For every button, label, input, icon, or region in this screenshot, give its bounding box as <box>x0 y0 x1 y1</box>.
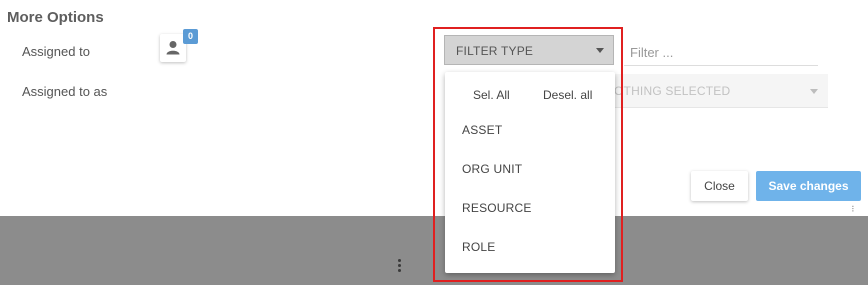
user-icon <box>166 41 180 55</box>
dialog-title: More Options <box>7 9 104 26</box>
assigned-to-as-label: Assigned to as <box>22 84 108 99</box>
chevron-down-icon <box>810 89 818 94</box>
filter-input[interactable] <box>624 40 818 66</box>
save-changes-button[interactable]: Save changes <box>756 171 861 201</box>
assigned-count-badge: 0 <box>183 29 198 44</box>
assigned-as-select[interactable]: OTHING SELECTED <box>614 74 828 108</box>
assigned-as-select-value: OTHING SELECTED <box>614 84 731 98</box>
resize-handle[interactable]: ⠇ <box>851 205 857 214</box>
highlight-box <box>433 27 623 282</box>
close-button[interactable]: Close <box>691 171 748 201</box>
assigned-to-label: Assigned to <box>22 44 90 59</box>
more-vertical-icon[interactable] <box>398 259 402 273</box>
